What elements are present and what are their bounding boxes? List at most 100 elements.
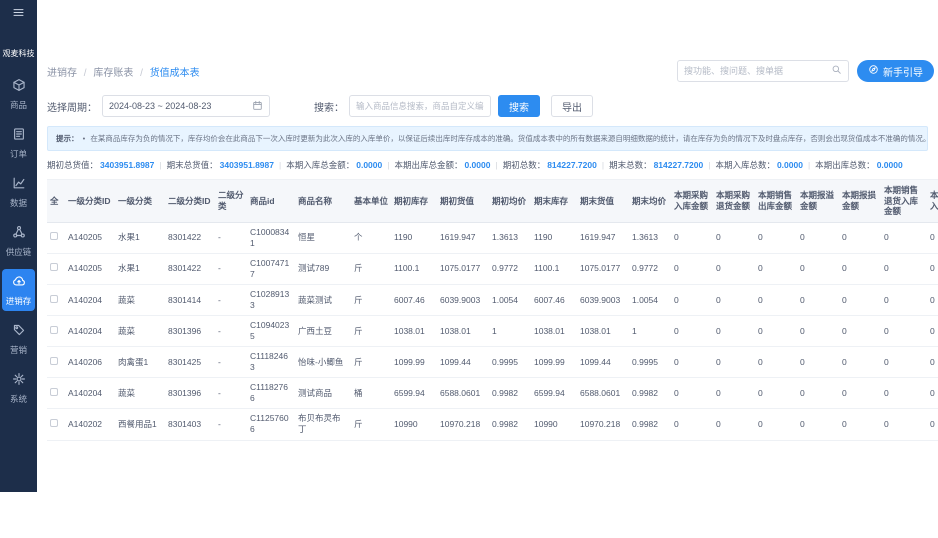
table-cell: 1038.01 bbox=[391, 315, 437, 348]
select-all-header[interactable]: 全 bbox=[47, 179, 65, 223]
guide-button-label: 新手引导 bbox=[883, 67, 923, 79]
row-checkbox[interactable] bbox=[50, 418, 58, 427]
table-cell: 0 bbox=[881, 377, 927, 410]
beginner-guide-button[interactable]: 新手引导 bbox=[857, 60, 934, 82]
column-header: 本期报溢金额 bbox=[797, 179, 839, 223]
table-cell: 怡味-小鲫鱼 bbox=[295, 346, 351, 379]
sidebar-item-supply-chain[interactable]: 供应链 bbox=[2, 220, 35, 262]
table-cell: 蔬菜测试 bbox=[295, 284, 351, 317]
row-checkbox[interactable] bbox=[50, 325, 58, 334]
table-cell: 0 bbox=[797, 222, 839, 254]
table-cell: C11182463 bbox=[247, 346, 295, 379]
summary-bar: 期初总货值： 3403951.8987 | 期末总货值： 3403951.8987 | 本期… bbox=[47, 159, 928, 171]
summary-separator: | bbox=[387, 160, 390, 170]
table-cell: 桶 bbox=[351, 377, 391, 410]
column-header: 基本单位 bbox=[351, 179, 391, 223]
summary-separator: | bbox=[495, 160, 498, 170]
breadcrumb-current-page: 货值成本表 bbox=[149, 67, 200, 79]
notice-prefix: 提示： bbox=[56, 134, 79, 143]
table-cell: 蔬菜 bbox=[115, 284, 165, 317]
table-cell: 6588.0601 bbox=[577, 377, 629, 410]
summary-label: 期初总数： bbox=[502, 160, 546, 170]
table-cell: 0 bbox=[927, 315, 938, 348]
table-cell: C10074717 bbox=[247, 253, 295, 286]
table-cell: 蔬菜 bbox=[115, 315, 165, 348]
sidebar-item-system[interactable]: 系统 bbox=[2, 367, 35, 409]
table-cell: 0 bbox=[671, 408, 713, 441]
table-cell: - bbox=[215, 253, 247, 286]
table-cell: 10970.218 bbox=[577, 408, 629, 441]
search-icon[interactable] bbox=[831, 62, 842, 80]
breadcrumb-item-module[interactable]: 进销存 bbox=[47, 68, 77, 79]
date-range-picker[interactable]: 2024-08-23 ~ 2024-08-23 bbox=[102, 95, 270, 117]
sidebar-item-orders[interactable]: 订单 bbox=[2, 122, 35, 164]
table-cell: 布贝布灵布丁 bbox=[295, 408, 351, 441]
sidebar-item-data[interactable]: 数据 bbox=[2, 171, 35, 213]
table-cell: 6039.9003 bbox=[437, 284, 489, 317]
menu-toggle-button[interactable] bbox=[12, 6, 25, 24]
summary-label: 期末总数： bbox=[609, 160, 652, 170]
table-cell: 0 bbox=[713, 408, 755, 441]
breadcrumb-separator: / bbox=[83, 67, 87, 79]
table-cell: 恒星 bbox=[295, 222, 351, 254]
breadcrumb-item-section[interactable]: 库存账表 bbox=[93, 68, 133, 79]
row-select-cell bbox=[47, 253, 65, 286]
column-header: 期末库存 bbox=[531, 179, 577, 223]
table-cell: 1190 bbox=[391, 222, 437, 254]
search-button[interactable]: 搜索 bbox=[498, 95, 540, 117]
search-label: 搜索： bbox=[314, 102, 344, 114]
orders-icon bbox=[12, 127, 26, 146]
table-cell: 10990 bbox=[391, 408, 437, 441]
row-checkbox[interactable] bbox=[50, 356, 58, 365]
sidebar-item-inventory[interactable]: 进销存 bbox=[2, 268, 35, 311]
column-header: 本期采购入库金额 bbox=[671, 179, 713, 223]
notice-text: 在某商品库存为负的情况下，库存均价会在此商品下一次入库时更新为此次入库的入库单价… bbox=[90, 134, 928, 143]
table-cell: 1075.0177 bbox=[577, 253, 629, 286]
table-cell: 8301422 bbox=[165, 253, 215, 286]
hamburger-icon bbox=[12, 6, 25, 23]
column-header: 本期采购退货金额 bbox=[713, 179, 755, 223]
calendar-icon bbox=[252, 100, 263, 113]
table-cell: 0 bbox=[713, 253, 755, 286]
column-header: 本期报损金额 bbox=[839, 179, 881, 223]
table-cell: 1099.44 bbox=[437, 346, 489, 379]
table-cell: 0 bbox=[797, 315, 839, 348]
table-cell: - bbox=[215, 222, 247, 254]
summary-separator: | bbox=[279, 160, 282, 170]
table-cell: 0 bbox=[797, 377, 839, 410]
table-cell: 1100.1 bbox=[531, 253, 577, 286]
table-cell: 0 bbox=[755, 408, 797, 441]
table-cell: 0 bbox=[797, 284, 839, 317]
row-checkbox[interactable] bbox=[50, 387, 58, 396]
summary-label: 本期出库总数： bbox=[815, 160, 875, 170]
sidebar-item-goods[interactable]: 商品 bbox=[2, 73, 35, 115]
row-checkbox[interactable] bbox=[50, 232, 58, 241]
table-cell: 0 bbox=[671, 346, 713, 379]
product-search-input[interactable] bbox=[349, 95, 491, 117]
table-cell: 1619.947 bbox=[437, 222, 489, 254]
table-cell: 0 bbox=[797, 346, 839, 379]
table-cell: A140205 bbox=[65, 222, 115, 254]
table-cell: 0 bbox=[927, 346, 938, 379]
table-cell: - bbox=[215, 346, 247, 379]
goods-icon bbox=[12, 78, 26, 97]
notice-bullet: • bbox=[82, 134, 86, 143]
table-cell: 0 bbox=[881, 408, 927, 441]
row-checkbox[interactable] bbox=[50, 263, 58, 272]
table-cell: 0 bbox=[881, 284, 927, 317]
table-cell: C11257606 bbox=[247, 408, 295, 441]
export-button[interactable]: 导出 bbox=[551, 95, 593, 117]
table-cell: 0 bbox=[713, 284, 755, 317]
cost-table: 全一级分类ID 一级分类 二级分类ID 二级分类 商品id 商品名称 基本单位 期初库存 期初货… bbox=[47, 179, 938, 441]
table-row: A140205 水果1 8301422- C10074717 测试789 斤 1100.1 1… bbox=[47, 253, 938, 286]
table-cell: 1619.947 bbox=[577, 222, 629, 254]
table-cell: 6039.9003 bbox=[577, 284, 629, 317]
row-checkbox[interactable] bbox=[50, 294, 58, 303]
table-cell: 0 bbox=[881, 222, 927, 254]
table-cell: 斤 bbox=[351, 253, 391, 286]
table-cell: 0 bbox=[927, 408, 938, 441]
global-search-input[interactable] bbox=[684, 66, 831, 76]
sidebar-item-marketing[interactable]: 营销 bbox=[2, 318, 35, 360]
table-cell: 1.0054 bbox=[489, 284, 531, 317]
column-header: 本期销售出库金额 bbox=[755, 179, 797, 223]
